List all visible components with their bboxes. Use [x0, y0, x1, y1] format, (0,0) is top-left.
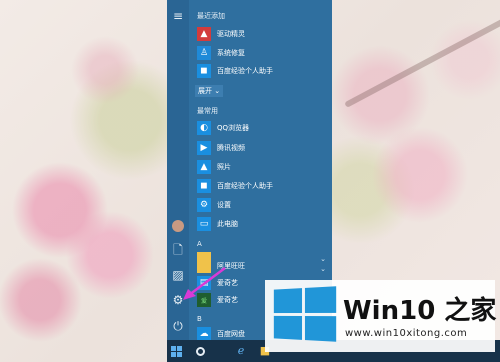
baidu-assistant-icon: ◼: [197, 64, 211, 78]
taskbar-app-edge[interactable]: ℯ: [233, 343, 249, 359]
app-label: 此电脑: [217, 220, 238, 228]
app-item-this-pc[interactable]: ▭ 此电脑: [197, 216, 328, 232]
windows-logo-icon: [171, 346, 182, 357]
app-label: 驱动精灵: [217, 30, 245, 38]
app-label: 照片: [217, 163, 231, 171]
search-icon: [196, 347, 205, 356]
photos-icon: ▲: [197, 160, 211, 174]
app-item-qq-browser[interactable]: ◐ QQ浏览器: [197, 120, 328, 136]
hamburger-menu-icon[interactable]: ≡: [170, 8, 186, 24]
power-icon[interactable]: ⏻: [170, 318, 186, 334]
baidu-assistant-icon: ◼: [197, 179, 211, 193]
app-label: 设置: [217, 201, 231, 209]
app-label: 百度经验个人助手: [217, 67, 273, 75]
watermark-title: Win10 之家: [343, 296, 497, 326]
app-label: 百度网盘: [217, 330, 245, 338]
this-pc-icon: ▭: [197, 217, 211, 231]
edge-icon: ℯ: [237, 344, 245, 357]
user-avatar[interactable]: [172, 220, 184, 232]
app-label: 腾讯视频: [217, 144, 245, 152]
qq-browser-icon: ◐: [197, 121, 211, 135]
app-item-photos[interactable]: ▲ 照片: [197, 159, 328, 175]
system-repair-icon: ♙: [197, 46, 211, 60]
annotation-arrow: [183, 267, 226, 300]
gear-icon: ⚙: [197, 198, 211, 212]
app-item-tencent-video[interactable]: ▶ 腾讯视频: [197, 140, 328, 156]
watermark-url: www.win10xitong.com: [345, 328, 468, 339]
app-item-system-repair[interactable]: ♙ 系统修复: [197, 45, 328, 61]
section-header-frequent: 最常用: [197, 107, 218, 115]
letter-header-b[interactable]: B: [197, 315, 202, 323]
app-label: 百度经验个人助手: [217, 182, 273, 190]
app-label: 系统修复: [217, 49, 245, 57]
expand-button[interactable]: 展开 ⌄: [195, 85, 223, 97]
app-item-driver-genius[interactable]: ▲ 驱动精灵: [197, 26, 328, 42]
section-header-recent: 最近添加: [197, 12, 225, 20]
windows-logo-icon: [273, 286, 337, 342]
app-item-baidu-assistant[interactable]: ◼ 百度经验个人助手: [197, 63, 328, 79]
start-button[interactable]: [169, 343, 185, 359]
baidu-netdisk-icon: ☁: [197, 327, 211, 341]
search-button[interactable]: [193, 343, 209, 359]
app-item-baidu-assistant-2[interactable]: ◼ 百度经验个人助手: [197, 178, 328, 194]
driver-genius-icon: ▲: [197, 27, 211, 41]
chevron-down-icon: ⌄: [212, 87, 221, 95]
app-item-settings[interactable]: ⚙ 设置: [197, 197, 328, 213]
letter-header-a[interactable]: A: [197, 240, 202, 248]
watermark: Win10 之家 www.win10xitong.com: [265, 280, 497, 352]
app-label: QQ浏览器: [217, 124, 250, 132]
chevron-down-icon[interactable]: ⌄: [320, 265, 326, 273]
documents-icon[interactable]: 🗋: [170, 242, 186, 258]
tencent-video-icon: ▶: [197, 141, 211, 155]
expand-label: 展开: [198, 87, 212, 95]
